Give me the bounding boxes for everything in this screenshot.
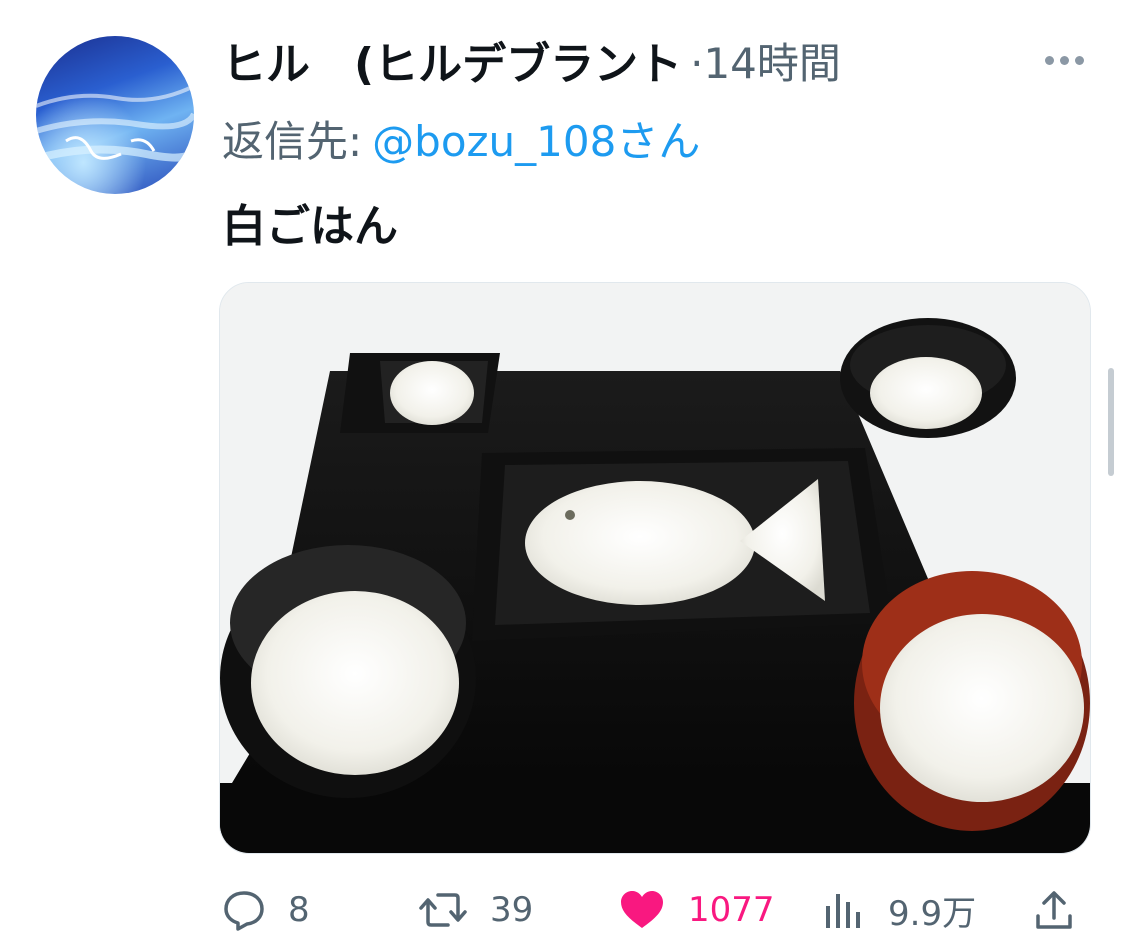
share-action[interactable] <box>1032 880 1076 940</box>
reply-context: 返信先: @bozu_108さん <box>222 108 700 169</box>
heart-icon <box>621 891 663 928</box>
post-header: ヒル (ヒルデブラント ·14時間 <box>222 28 841 92</box>
more-horizontal-icon[interactable] <box>1040 42 1088 78</box>
post-actions: 8 39 1077 9.9万 <box>222 880 1082 940</box>
speech-bubble-icon <box>224 891 264 931</box>
views-count: 9.9万 <box>888 893 977 934</box>
like-count: 1077 <box>688 890 775 930</box>
reply-action[interactable]: 8 <box>222 880 310 940</box>
like-action[interactable]: 1077 <box>618 880 775 940</box>
retweet-arrows-icon <box>419 893 467 927</box>
avatar[interactable] <box>36 36 194 194</box>
post-media-image[interactable] <box>219 282 1091 854</box>
reply-prefix: 返信先: <box>222 117 363 166</box>
reply-target-link[interactable]: @bozu_108さん <box>372 117 700 166</box>
share-upload-icon <box>1036 891 1072 929</box>
scrollbar[interactable] <box>1108 368 1114 476</box>
post-time[interactable]: ·14時間 <box>690 30 841 91</box>
author-name[interactable]: ヒル (ヒルデブラント <box>222 28 682 92</box>
views-action[interactable]: 9.9万 <box>822 880 976 940</box>
retweet-action[interactable]: 39 <box>418 880 533 940</box>
retweet-count: 39 <box>490 890 534 930</box>
bar-chart-icon <box>826 894 860 928</box>
post-text: 白ごはん <box>222 201 398 252</box>
reply-count: 8 <box>288 890 310 930</box>
